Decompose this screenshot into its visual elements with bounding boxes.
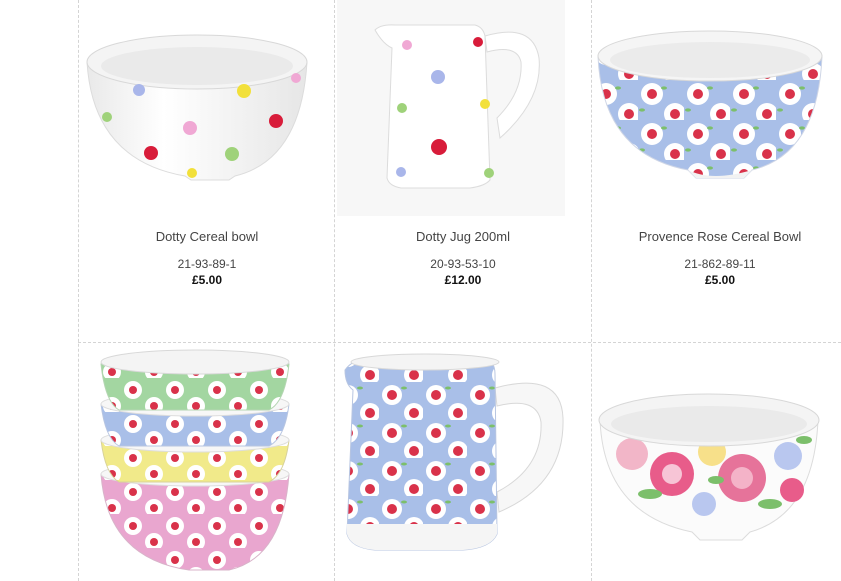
product-name[interactable]: Provence Rose Cereal Bowl	[592, 229, 841, 244]
product-card[interactable]: Dotty Jug 200ml 20-93-53-10 £12.00	[335, 0, 591, 340]
product-name[interactable]: Dotty Jug 200ml	[335, 229, 591, 244]
product-image[interactable]	[335, 344, 591, 580]
product-price: £12.00	[444, 273, 482, 287]
product-price: £5.00	[191, 273, 223, 287]
product-image[interactable]	[592, 0, 841, 220]
product-price: £5.00	[704, 273, 736, 287]
grid-divider	[78, 342, 841, 343]
product-name[interactable]: Dotty Cereal bowl	[79, 229, 335, 244]
product-card[interactable]: Provence Rose Cereal Bowl 21-862-89-11 £…	[592, 0, 841, 340]
product-code: 20-93-53-10	[430, 257, 496, 271]
product-card[interactable]	[79, 344, 335, 580]
product-image[interactable]	[79, 344, 335, 580]
product-code: 21-93-89-1	[177, 257, 237, 271]
product-code: 21-862-89-11	[684, 257, 756, 271]
product-grid: Dotty Cereal bowl 21-93-89-1 £5.00 Dotty…	[0, 0, 841, 581]
product-image[interactable]	[79, 0, 335, 220]
product-image[interactable]	[335, 0, 591, 220]
product-card[interactable]: Dotty Cereal bowl 21-93-89-1 £5.00	[79, 0, 335, 340]
product-image[interactable]	[592, 344, 841, 580]
product-card[interactable]	[592, 344, 841, 580]
product-card[interactable]	[335, 344, 591, 580]
